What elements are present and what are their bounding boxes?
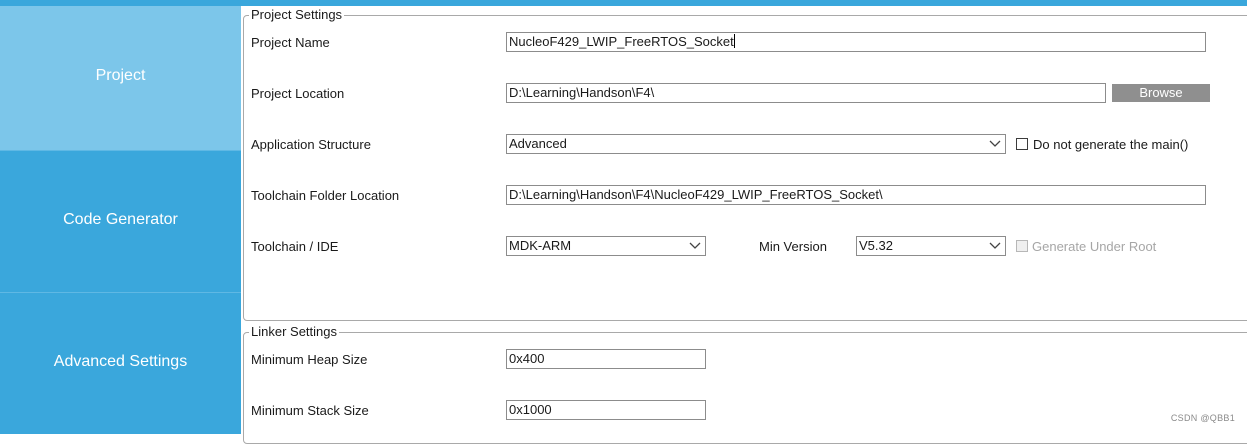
project-settings-legend: Project Settings <box>249 7 345 23</box>
sidebar-item-project[interactable]: Project <box>0 6 241 150</box>
project-location-input[interactable]: D:\Learning\Handson\F4\ <box>506 83 1106 103</box>
project-name-label: Project Name <box>251 35 330 50</box>
application-structure-label: Application Structure <box>251 137 371 152</box>
text-cursor <box>733 34 735 48</box>
min-heap-size-label: Minimum Heap Size <box>251 352 368 367</box>
generate-under-root-checkbox[interactable] <box>1016 240 1028 252</box>
linker-settings-group: Linker Settings <box>243 324 1247 444</box>
application-structure-select[interactable]: Advanced <box>506 134 1006 154</box>
sidebar-item-label: Code Generator <box>63 210 178 228</box>
toolchain-ide-select[interactable]: MDK-ARM <box>506 236 706 256</box>
project-name-value: NucleoF429_LWIP_FreeRTOS_Socket <box>509 34 734 49</box>
sidebar-item-label: Project <box>95 67 146 84</box>
do-not-generate-main-checkbox[interactable] <box>1016 138 1028 150</box>
toolchain-folder-input[interactable]: D:\Learning\Handson\F4\NucleoF429_LWIP_F… <box>506 185 1206 205</box>
toolchain-ide-value: MDK-ARM <box>509 238 572 253</box>
sidebar: Project Code Generator Advanced Settings <box>0 6 241 434</box>
linker-settings-legend: Linker Settings <box>249 324 339 340</box>
sidebar-item-advanced-settings[interactable]: Advanced Settings <box>0 292 241 434</box>
sidebar-item-code-generator[interactable]: Code Generator <box>0 150 241 292</box>
project-location-label: Project Location <box>251 86 345 101</box>
application-structure-value: Advanced <box>509 136 567 151</box>
sidebar-item-label: Advanced Settings <box>53 352 188 370</box>
browse-button[interactable]: Browse <box>1112 84 1210 102</box>
toolchain-folder-label: Toolchain Folder Location <box>251 188 400 203</box>
chevron-down-icon <box>689 242 701 249</box>
do-not-generate-main-label: Do not generate the main() <box>1033 137 1189 152</box>
generate-under-root-label: Generate Under Root <box>1032 239 1157 254</box>
min-version-select[interactable]: V5.32 <box>856 236 1006 256</box>
project-name-input[interactable]: NucleoF429_LWIP_FreeRTOS_Socket <box>506 32 1206 52</box>
min-stack-size-input[interactable]: 0x1000 <box>506 400 706 420</box>
min-version-value: V5.32 <box>859 238 893 253</box>
min-heap-size-input[interactable]: 0x400 <box>506 349 706 369</box>
chevron-down-icon <box>989 242 1001 249</box>
min-version-label: Min Version <box>759 239 827 254</box>
project-settings-group: Project Settings <box>243 7 1247 321</box>
toolchain-ide-label: Toolchain / IDE <box>251 239 339 254</box>
min-stack-size-label: Minimum Stack Size <box>251 403 369 418</box>
watermark: CSDN @QBB1 <box>1170 413 1235 423</box>
chevron-down-icon <box>989 140 1001 147</box>
